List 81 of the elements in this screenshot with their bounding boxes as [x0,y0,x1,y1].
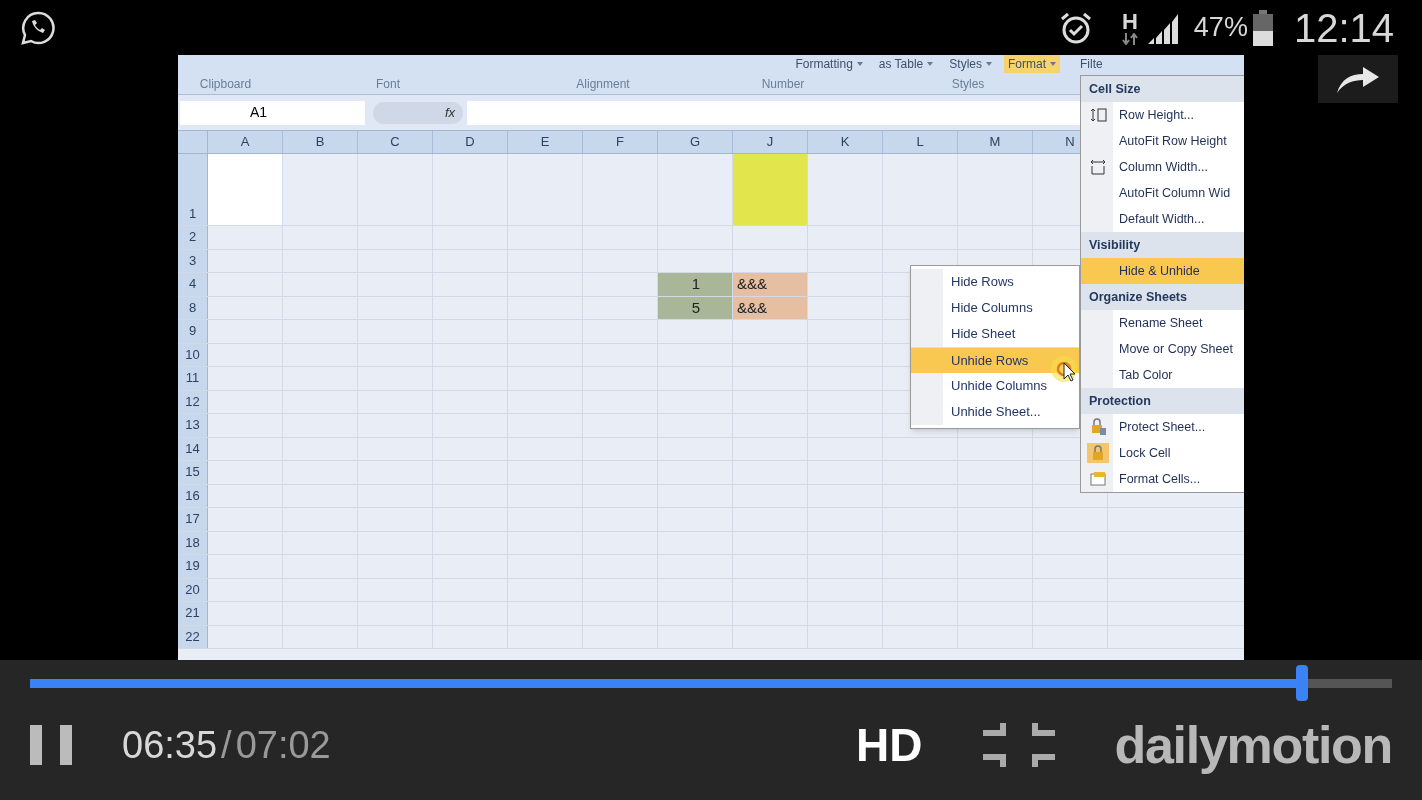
ribbon-group-label: Styles [950,75,986,93]
column-header[interactable]: L [883,131,958,153]
menu-item[interactable]: Unhide Rows [911,347,1079,373]
progress-slider[interactable] [30,665,1392,701]
column-header[interactable]: K [808,131,883,153]
row-header[interactable]: 21 [178,602,208,625]
row-header[interactable]: 19 [178,555,208,578]
clock: 12:14 [1293,4,1394,52]
table-cell: &&& [733,296,808,319]
menu-item[interactable]: Hide & Unhide [1081,258,1244,284]
menu-item[interactable]: Hide Rows [911,269,1079,295]
progress-handle[interactable] [1296,665,1309,701]
battery-percent: 47% [1193,11,1248,45]
ribbon-group-label: Clipboard [198,75,253,93]
table-cell: &&& [733,273,808,296]
row-header[interactable]: 4 [178,273,208,296]
row-header[interactable]: 3 [178,249,208,272]
row-header[interactable]: 13 [178,414,208,437]
row-header[interactable]: 12 [178,390,208,413]
column-header[interactable]: G [658,131,733,153]
row-header[interactable]: 20 [178,578,208,601]
row-header[interactable]: 16 [178,484,208,507]
column-header[interactable]: E [508,131,583,153]
menu-item[interactable]: Hide Columns [911,295,1079,321]
row-header[interactable]: 18 [178,531,208,554]
chat-app-icon [20,9,56,46]
name-box[interactable]: A1 [180,100,365,125]
row-header[interactable]: 8 [178,296,208,319]
row-header[interactable]: 22 [178,625,208,648]
column-header[interactable]: D [433,131,508,153]
ribbon-button[interactable]: Formatting [795,55,853,73]
row-header[interactable]: 1 [178,154,208,225]
table-cell: 5 [658,296,733,319]
time-separator: / [221,722,232,768]
caret-icon [986,62,992,66]
ribbon-button[interactable]: Styles [949,55,982,73]
table-cell: 1 [658,273,733,296]
network-type: H [1121,10,1138,33]
ribbon-button[interactable]: as Table [878,55,924,73]
row-header[interactable]: 15 [178,461,208,484]
menu-section-header: Organize Sheets [1081,284,1244,310]
data-arrows-icon [1121,32,1138,45]
ribbon-group-label: Number [760,75,806,93]
column-header[interactable]: M [958,131,1033,153]
brand-logo: dailymotion [1114,715,1392,776]
row-header[interactable]: 9 [178,320,208,343]
caret-icon [1050,62,1056,66]
ribbon-group-label: Alignment [575,75,631,93]
menu-item[interactable]: Unhide Sheet... [911,399,1079,425]
caret-icon [856,62,863,66]
exit-fullscreen-icon[interactable] [982,723,1055,767]
menu-item[interactable]: Unhide Columns [911,373,1079,399]
row-header[interactable]: 11 [178,367,208,390]
row-header[interactable]: 17 [178,508,208,531]
sheet-lock-icon [1089,418,1107,436]
row-header[interactable]: 2 [178,226,208,249]
column-header[interactable]: C [358,131,433,153]
duration: 07:02 [235,722,331,768]
row-header[interactable]: 14 [178,437,208,460]
column-width-icon [1089,158,1107,176]
share-arrow-icon [1335,65,1381,93]
share-button[interactable] [1318,55,1398,103]
menu-item[interactable]: Hide Sheet [911,321,1079,347]
formula-button[interactable]: fx [373,101,463,124]
pause-icon[interactable] [30,725,72,765]
ribbon-button[interactable]: Filte [1080,55,1103,73]
ribbon-group-label: Font [375,75,401,93]
elapsed-time: 06:35 [122,722,218,768]
caret-icon [927,62,934,66]
row-header[interactable]: 10 [178,343,208,366]
column-header[interactable]: B [283,131,358,153]
column-header[interactable]: J [733,131,808,153]
battery-icon [1251,9,1274,46]
column-header[interactable]: A [208,131,283,153]
column-header[interactable]: F [583,131,658,153]
menu-section-header: Visibility [1081,232,1244,258]
row-height-icon [1089,106,1107,124]
menu-section-header: Protection [1081,388,1244,414]
menu-section-header: Cell Size [1081,76,1244,102]
quality-button[interactable]: HD [856,710,923,780]
format-cells-icon [1089,470,1107,488]
